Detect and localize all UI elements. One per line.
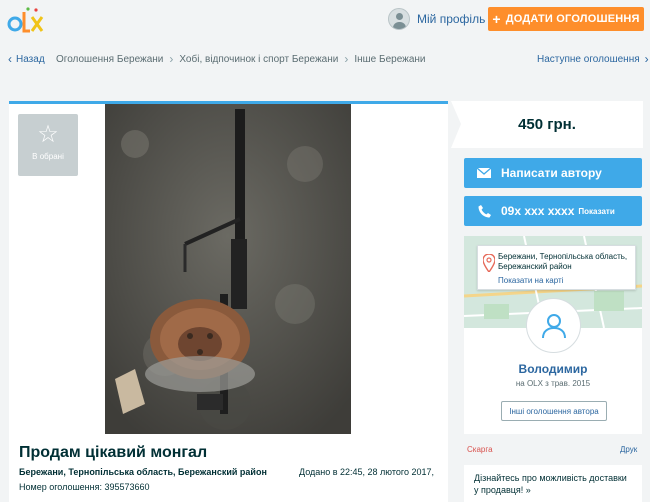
seller-avatar[interactable] (526, 298, 581, 353)
seller-name[interactable]: Володимир (464, 362, 642, 376)
favorite-label: В обрані (32, 152, 64, 161)
seller-card: Бережани, Тернопільська область, Бережан… (464, 236, 642, 434)
write-author-label: Написати автору (501, 166, 602, 180)
breadcrumb-item-city[interactable]: Оголошення Бережани (56, 54, 163, 65)
my-profile-link[interactable]: Мій профіль (388, 8, 485, 30)
chevron-left-icon: ‹ (8, 52, 12, 66)
phone-show-label: Показати (578, 206, 615, 216)
delivery-info-link[interactable]: Дізнайтесь про можливість доставки у про… (464, 465, 642, 502)
favorite-button[interactable]: ☆ В обрані (18, 114, 78, 176)
print-link[interactable]: Друк (620, 445, 637, 454)
star-icon: ☆ (37, 121, 59, 148)
back-link[interactable]: ‹ Назад (8, 52, 45, 66)
add-listing-label: ДОДАТИ ОГОЛОШЕННЯ (505, 13, 640, 25)
plus-icon: + (492, 11, 501, 27)
show-on-map-link[interactable]: Показати на карті (498, 276, 563, 285)
location-pin-icon (483, 254, 495, 272)
add-listing-button[interactable]: + ДОДАТИ ОГОЛОШЕННЯ (488, 7, 644, 31)
listing-date: Додано в 22:45, 28 лютого 2017, (299, 467, 434, 477)
listing-card: ☆ В обрані Продам цікавий монгал Бережан… (9, 101, 448, 502)
seller-since: на OLX з трав. 2015 (515, 379, 591, 388)
header: Мій профіль + ДОДАТИ ОГОЛОШЕННЯ (0, 0, 650, 40)
map-address-box: Бережани, Тернопільська область, Бережан… (477, 245, 636, 290)
complain-link[interactable]: Скарга (467, 445, 493, 454)
breadcrumb-item-category[interactable]: Хобі, відпочинок і спорт Бережани (179, 54, 338, 65)
listing-photo[interactable] (105, 104, 351, 434)
chevron-right-icon: › (644, 52, 649, 66)
phone-number: 09х ххх хххх (501, 204, 575, 218)
breadcrumb-list: Оголошення Бережани › Хобі, відпочинок і… (56, 52, 426, 66)
envelope-icon (477, 166, 491, 180)
back-label: Назад (16, 53, 45, 65)
breadcrumb-item-subcategory[interactable]: Інше Бережани (354, 54, 425, 65)
listing-title: Продам цікавий монгал (19, 444, 208, 461)
phone-icon (477, 204, 491, 218)
next-listing-link[interactable]: Наступне оголошення › (537, 52, 649, 66)
show-phone-button[interactable]: 09х ххх хххх Показати (464, 196, 642, 226)
map-address: Бережани, Тернопільська область, Бережан… (498, 252, 628, 271)
my-profile-label: Мій профіль (417, 12, 486, 26)
olx-logo[interactable] (6, 4, 46, 40)
price: 450 грн. (518, 116, 576, 133)
chevron-right-icon: › (344, 52, 349, 66)
grill-photo-image (105, 104, 351, 434)
write-author-button[interactable]: Написати автору (464, 158, 642, 188)
breadcrumb: ‹ Назад Оголошення Бережани › Хобі, відп… (0, 48, 650, 70)
listing-ad-number: Номер оголошення: 395573660 (19, 482, 150, 492)
user-icon (541, 313, 566, 338)
user-icon (388, 8, 410, 30)
listing-location: Бережани, Тернопільська область, Бережан… (19, 467, 267, 477)
other-ads-button[interactable]: Інші оголошення автора (501, 401, 607, 421)
next-listing-label: Наступне оголошення (537, 53, 640, 65)
chevron-right-icon: › (169, 52, 174, 66)
price-box: 450 грн. (451, 101, 643, 148)
